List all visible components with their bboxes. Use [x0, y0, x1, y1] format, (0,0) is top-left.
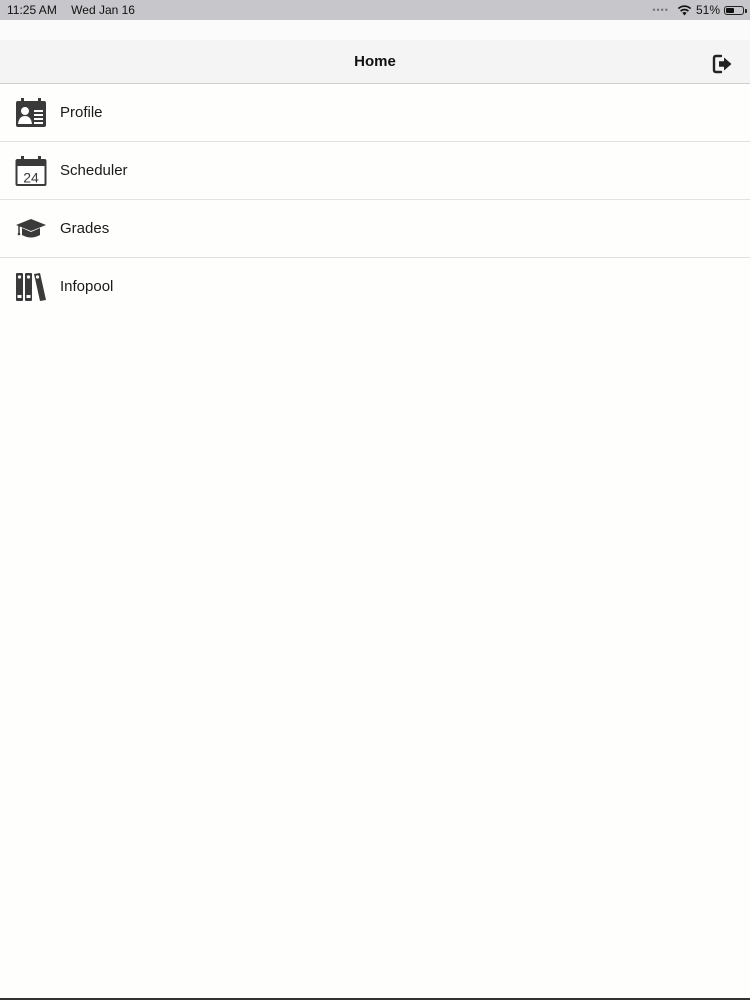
status-time-date: 11:25 AM Wed Jan 16 [7, 3, 135, 17]
status-bar: 11:25 AM Wed Jan 16 •••• 51% [0, 0, 750, 20]
status-time: 11:25 AM [7, 3, 57, 17]
menu-item-scheduler[interactable]: 24 Scheduler [0, 142, 750, 200]
logout-button[interactable] [712, 54, 734, 74]
menu-item-label: Grades [60, 220, 110, 237]
page-title: Home [354, 53, 396, 70]
menu-item-label: Infopool [60, 278, 114, 295]
calendar-icon: 24 [15, 156, 47, 186]
status-date: Wed Jan 16 [71, 3, 135, 17]
profile-card-icon [16, 98, 46, 127]
menu-item-profile[interactable]: Profile [0, 84, 750, 142]
status-indicators: •••• 51% [652, 3, 747, 17]
home-menu: Profile 24 Scheduler Grades Infopool [0, 84, 750, 315]
battery-icon [724, 5, 747, 15]
menu-item-infopool[interactable]: Infopool [0, 258, 750, 315]
menu-item-grades[interactable]: Grades [0, 200, 750, 258]
menu-item-label: Profile [60, 104, 103, 121]
svg-text:24: 24 [23, 170, 39, 186]
battery-percent: 51% [695, 3, 720, 17]
wifi-icon [677, 4, 692, 15]
menu-item-label: Scheduler [60, 162, 128, 179]
nav-bar: Home [0, 20, 750, 84]
logout-icon [712, 54, 732, 74]
binders-icon [16, 273, 46, 301]
graduation-cap-icon [16, 219, 46, 238]
signal-dots-icon: •••• [652, 5, 669, 15]
